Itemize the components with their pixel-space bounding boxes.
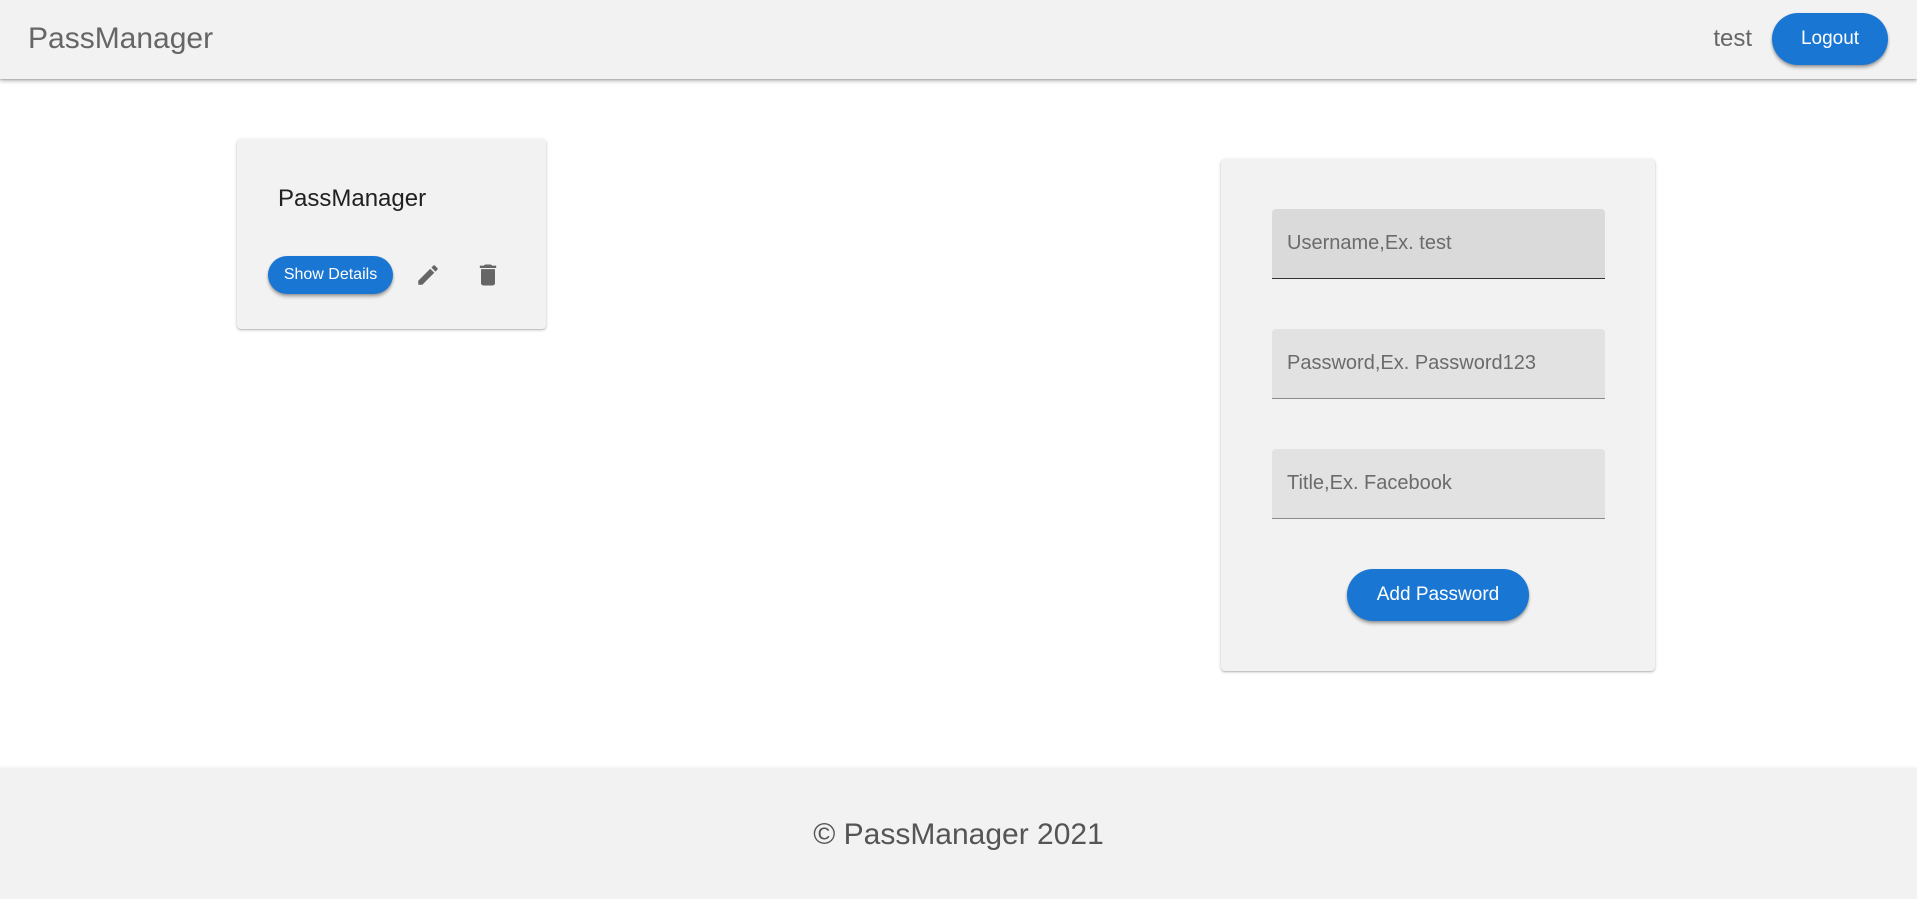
footer-copyright: © PassManager 2021	[813, 818, 1104, 851]
trash-icon	[479, 264, 497, 286]
password-input[interactable]	[1272, 329, 1605, 398]
top-app-bar: PassManager test Logout	[0, 0, 1917, 79]
add-password-form: Add Password	[1221, 159, 1655, 671]
edit-password-button[interactable]	[410, 257, 446, 293]
logout-button[interactable]: Logout	[1772, 13, 1888, 65]
pencil-icon	[418, 265, 438, 285]
add-password-button[interactable]: Add Password	[1347, 569, 1529, 621]
current-user-name: test	[1713, 25, 1752, 52]
page-footer: © PassManager 2021	[0, 768, 1917, 899]
password-card: PassManager Show Details	[237, 139, 546, 329]
show-details-button[interactable]: Show Details	[268, 256, 393, 294]
delete-password-button[interactable]	[470, 257, 506, 293]
username-field[interactable]	[1272, 209, 1605, 279]
title-input[interactable]	[1272, 449, 1605, 518]
app-brand[interactable]: PassManager	[28, 20, 213, 58]
title-field[interactable]	[1272, 449, 1605, 519]
password-field[interactable]	[1272, 329, 1605, 399]
username-input[interactable]	[1272, 209, 1605, 278]
password-card-title: PassManager	[278, 185, 427, 212]
